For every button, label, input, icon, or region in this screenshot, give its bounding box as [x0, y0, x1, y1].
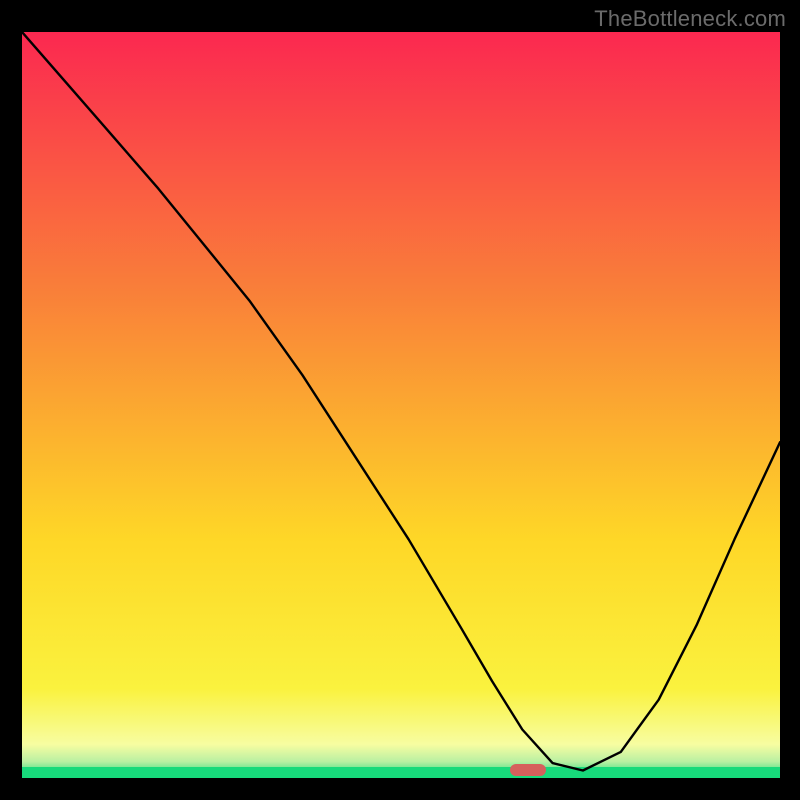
gradient-background [22, 32, 780, 778]
baseline-strip [22, 767, 780, 778]
chart-svg [22, 32, 780, 778]
chart-frame: TheBottleneck.com [0, 0, 800, 800]
optimum-marker [510, 764, 546, 776]
watermark-text: TheBottleneck.com [594, 6, 786, 32]
chart-plot-area [22, 32, 780, 778]
